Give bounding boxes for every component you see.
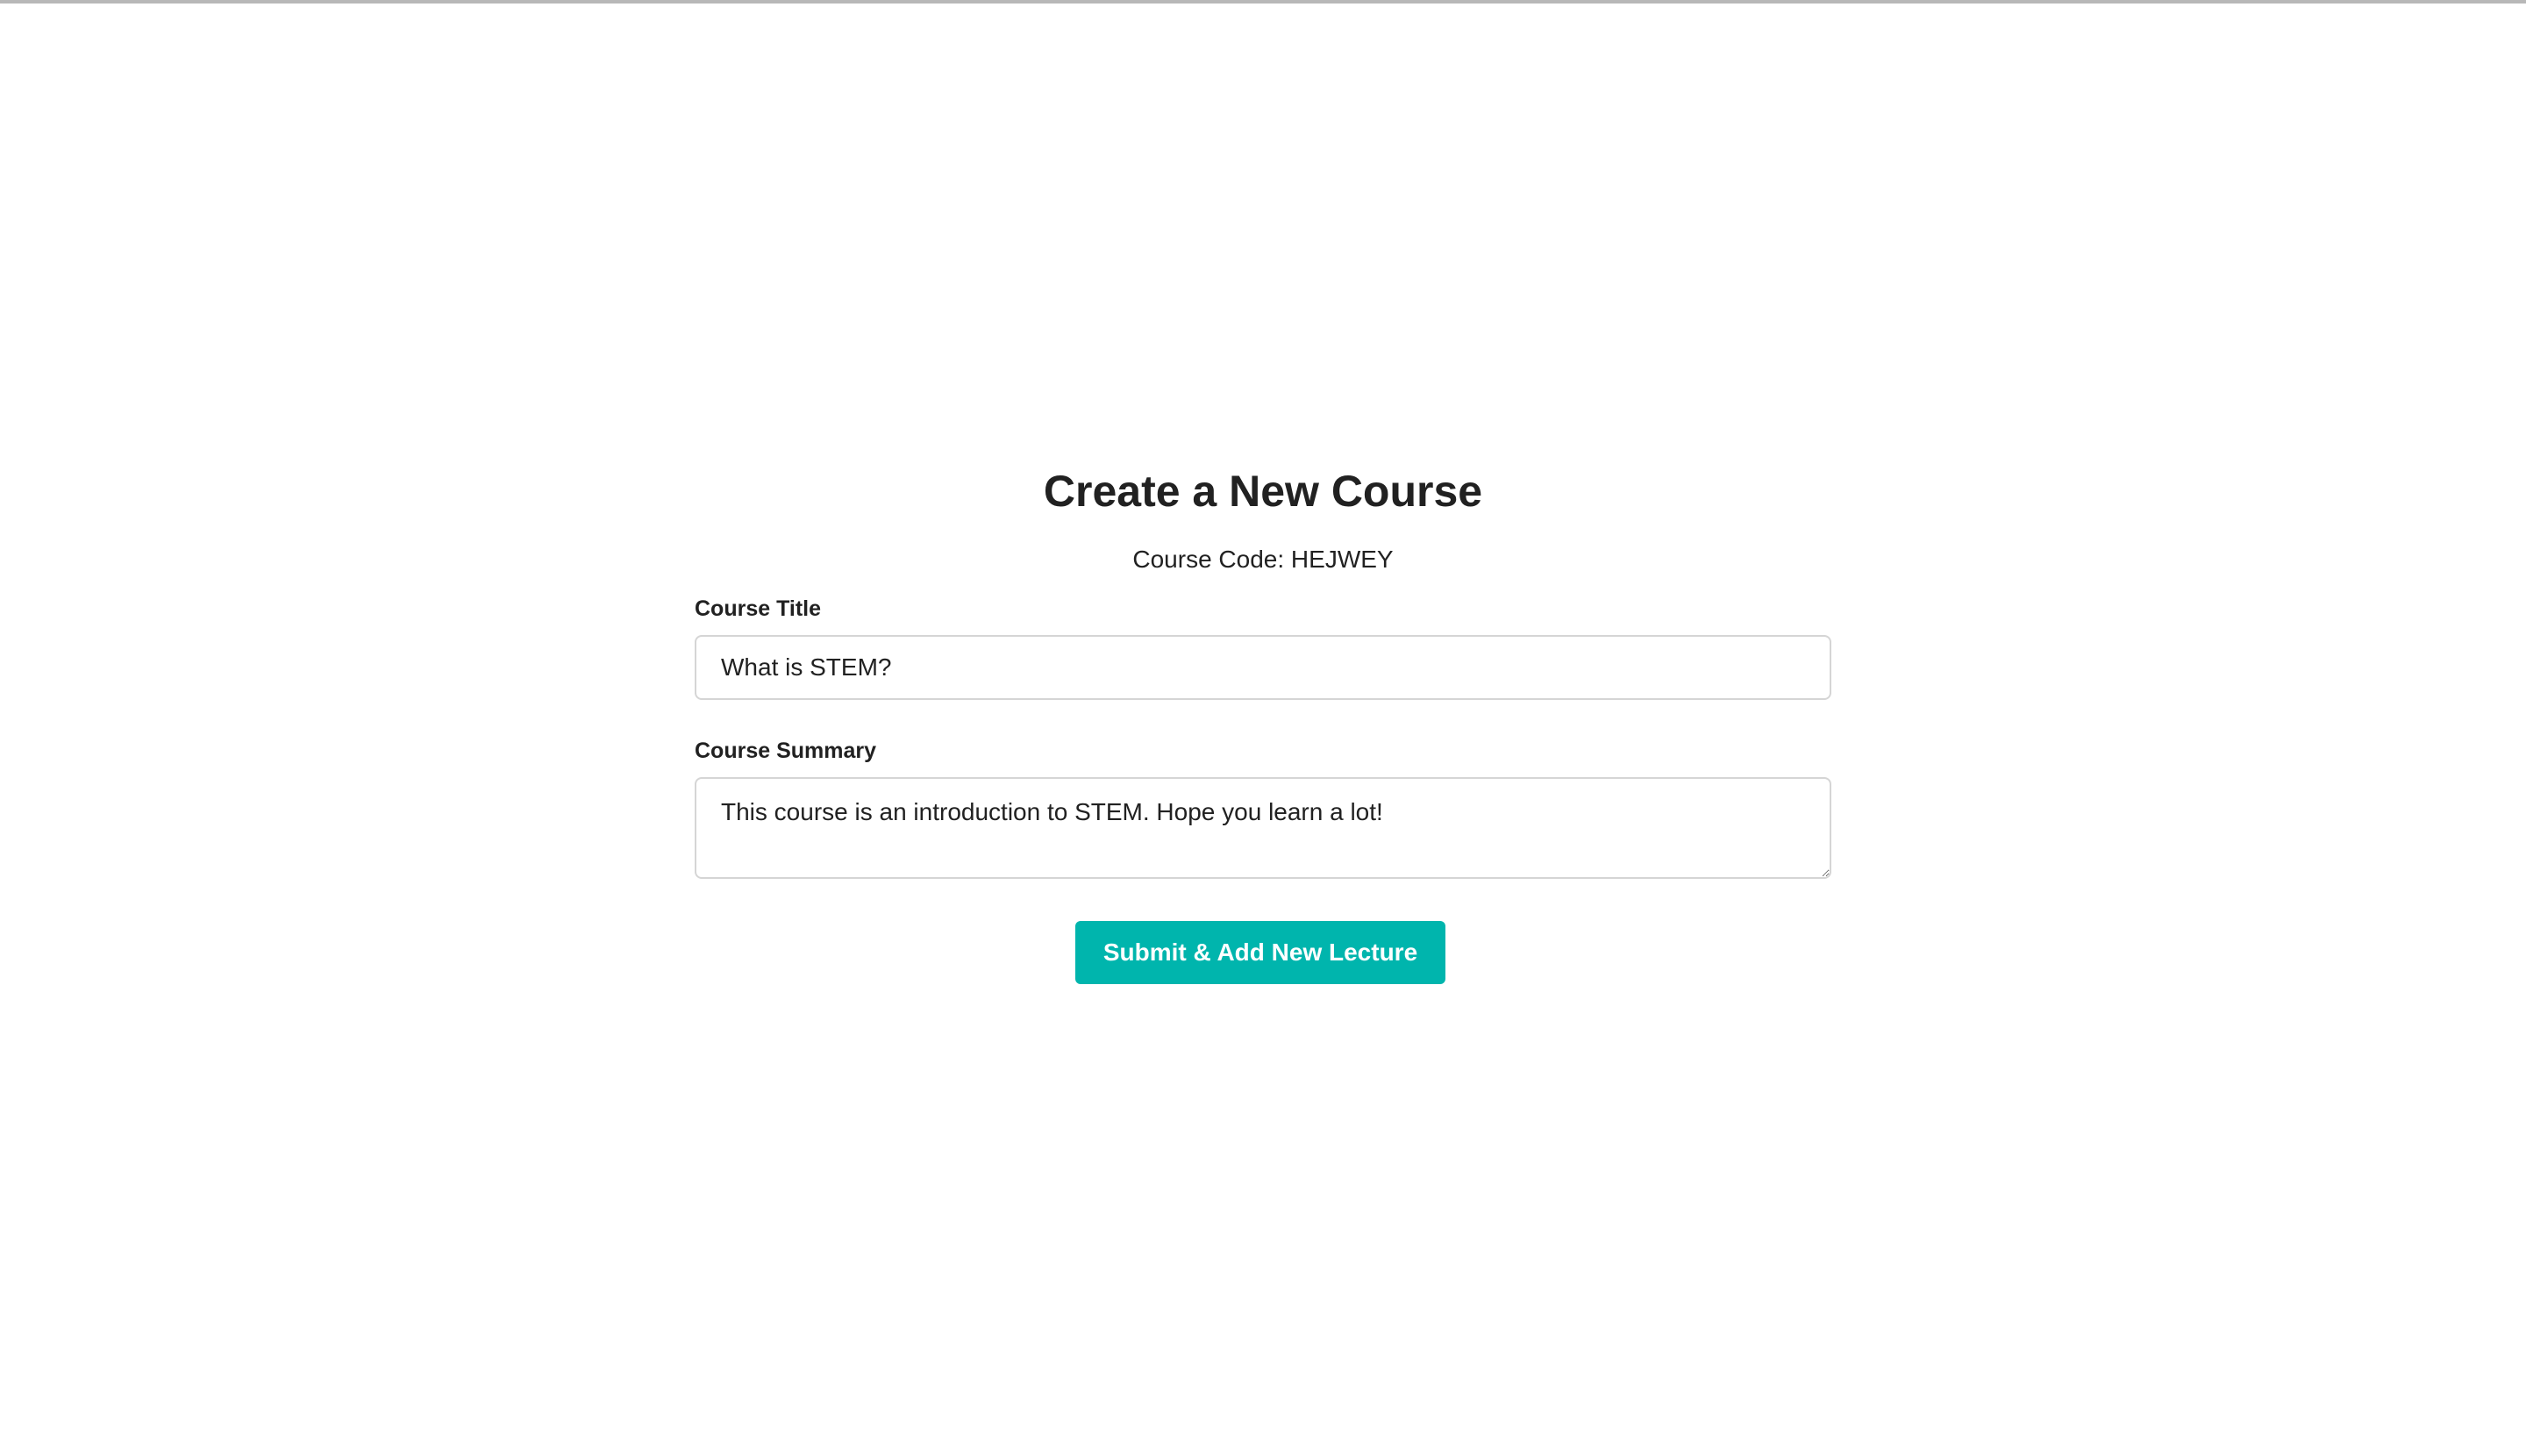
submit-add-lecture-button[interactable]: Submit & Add New Lecture <box>1074 921 1446 984</box>
course-summary-textarea[interactable]: This course is an introduction to STEM. … <box>695 777 1831 879</box>
create-course-form: Create a New Course Course Code: HEJWEY … <box>695 456 1831 984</box>
course-title-label: Course Title <box>695 596 822 621</box>
button-row: Submit & Add New Lecture <box>695 921 1831 984</box>
page-title: Create a New Course <box>1043 467 1483 516</box>
course-summary-label: Course Summary <box>695 739 877 763</box>
course-title-input[interactable] <box>695 635 1831 700</box>
course-code: Course Code: HEJWEY <box>1132 546 1394 573</box>
top-border <box>0 0 2526 4</box>
